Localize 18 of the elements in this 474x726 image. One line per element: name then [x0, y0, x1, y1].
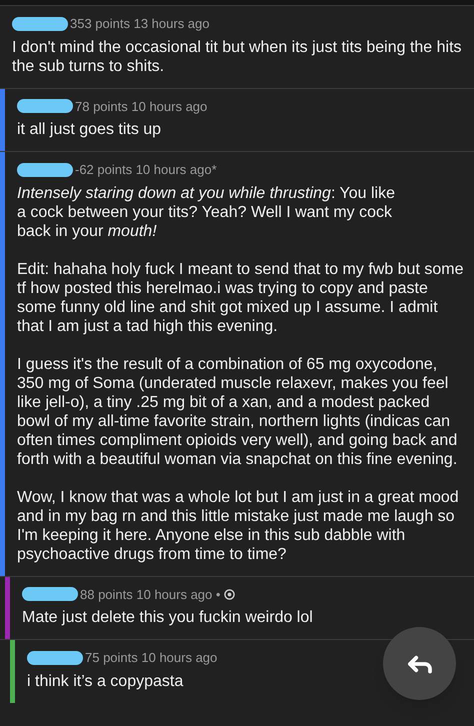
- comment-meta: 78 points 10 hours ago: [75, 98, 208, 116]
- comment-text: I don't mind the occasional tit but when its just tits being the hits the sub turns to shits.: [12, 38, 463, 76]
- comment-text: I guess it's the result of a combination of 65 mg oxycodone, 350 mg of Soma (underated muscle relaxevr, makes you feel like jell-o), a tiny .25 mg bit of a xan, and a modest packed bowl of my all-time favorite strain, northern lights (indicas can often times compliment opioids very well), and going back and forth with a beautiful woman via snapchat on this fine evening.: [17, 354, 458, 468]
- redaction-mark: [27, 650, 83, 665]
- redaction-mark: [17, 99, 73, 114]
- comment-meta: 75 points 10 hours ago: [85, 649, 218, 667]
- comment-text: Edit: hahaha holy fuck I meant to send that to my fwb but some tf how posted this herelmao.i was trying to copy and paste some funny old line and shit got mixed up I assume. I admit that I am just a tad high this evening.: [17, 260, 464, 336]
- redaction-mark: [17, 162, 73, 177]
- comment-meta: -62 points 10 hours ago*: [75, 161, 217, 179]
- comment-text: Wow, I know that was a whole lot but I am just in a great mood and in my bag rn and this little mistake just made me laugh so I'm keeping it here. Anyone else in this sub dabble with psychoactive drugs from time to time?: [17, 488, 460, 564]
- comment-text: i think it’s a copypasta: [27, 672, 184, 690]
- comment-text: Intensely staring down at you while thrusting: You like a cock between your tits? Yeah? Well I want my cock back in your mouth!: [17, 184, 396, 240]
- redaction-mark: [22, 587, 78, 602]
- redaction-mark: [12, 16, 68, 31]
- comment-text: Mate just delete this you fuckin weirdo lol: [22, 608, 313, 627]
- comment-meta: 88 points 10 hours ago •: [80, 586, 220, 604]
- comment-text: it all just goes tits up: [17, 120, 162, 139]
- comment-meta: 353 points 13 hours ago: [70, 15, 210, 33]
